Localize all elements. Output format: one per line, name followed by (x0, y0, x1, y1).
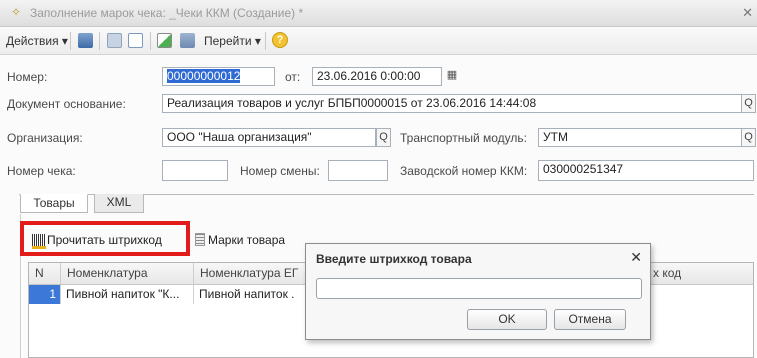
kkm-serial-label: Заводской номер ККМ: (400, 164, 528, 178)
help-icon[interactable]: ? (272, 32, 288, 48)
dialog-title: Введите штрихкод товара (316, 252, 472, 266)
date-field[interactable]: 23.06.2016 0:00:00 (312, 67, 442, 86)
column-header-n[interactable]: N (29, 263, 61, 284)
organization-field[interactable]: ООО "Наша организация" (162, 128, 376, 147)
receipt-number-label: Номер чека: (7, 164, 76, 178)
toolbar-divider (150, 32, 151, 50)
window-title: Заполнение марок чека: _Чеки ККМ (Создан… (30, 6, 304, 20)
toolbar-divider (70, 32, 71, 50)
ok-button[interactable]: OK (467, 309, 547, 330)
receipt-number-field[interactable] (162, 160, 228, 181)
fill-document-icon[interactable] (157, 33, 172, 48)
number-value: 00000000012 (167, 69, 241, 83)
post-document-icon[interactable] (107, 33, 122, 48)
app-logo-icon: ✧ (11, 5, 22, 19)
structure-icon[interactable] (180, 33, 195, 48)
chevron-down-icon: ▾ (254, 34, 261, 48)
search-icon[interactable]: Q (742, 128, 756, 147)
main-window: ✧ Заполнение марок чека: _Чеки ККМ (Созд… (0, 0, 757, 358)
search-icon[interactable]: Q (742, 94, 756, 113)
cancel-button[interactable]: Отмена (554, 309, 626, 330)
date-from-label: от: (285, 70, 301, 84)
actions-menu-label: Действия (6, 34, 59, 48)
shift-number-field[interactable] (328, 160, 388, 181)
close-icon[interactable]: ✕ (630, 249, 642, 266)
number-field[interactable]: 00000000012 (162, 67, 275, 86)
save-icon[interactable] (78, 33, 93, 48)
title-bar: ✧ Заполнение марок чека: _Чеки ККМ (Созд… (0, 0, 757, 27)
actions-menu[interactable]: Действия ▾ (6, 33, 68, 49)
barcode-dialog: Введите штрихкод товара ✕ OK Отмена (305, 243, 651, 340)
goto-menu[interactable]: Перейти ▾ (204, 33, 261, 49)
search-icon[interactable]: Q (376, 128, 391, 147)
toolbar: Действия ▾ Перейти ▾ ? (0, 27, 757, 55)
row-item[interactable]: Пивной напиток "К... (61, 285, 194, 304)
calendar-icon[interactable]: ▦ (444, 67, 460, 84)
organization-label: Организация: (7, 131, 83, 145)
barcode-input[interactable] (316, 278, 642, 299)
number-label: Номер: (7, 70, 48, 84)
transport-module-label: Транспортный модуль: (400, 131, 527, 145)
copy-document-icon[interactable] (128, 33, 143, 48)
close-window-icon[interactable]: ✕ (742, 5, 753, 21)
toolbar-divider (99, 32, 100, 50)
highlight-frame (20, 221, 190, 256)
shift-number-label: Номер смены: (240, 164, 320, 178)
base-document-field[interactable]: Реализация товаров и услуг БПБП0000015 о… (162, 94, 742, 113)
row-number: 1 (29, 285, 61, 304)
kkm-serial-field[interactable]: 030000251347 (538, 160, 754, 181)
tab-goods[interactable]: Товары (20, 194, 88, 213)
goto-menu-label: Перейти (204, 34, 252, 48)
product-marks-button[interactable]: Марки товара (208, 233, 285, 247)
transport-module-field[interactable]: УТМ (538, 128, 742, 147)
tab-xml[interactable]: XML (94, 194, 144, 213)
chevron-down-icon: ▾ (61, 34, 68, 48)
base-document-label: Документ основание: (7, 97, 126, 111)
column-header-item[interactable]: Номенклатура (61, 263, 194, 284)
column-header-code[interactable]: х код (647, 263, 755, 284)
toolbar-divider (265, 32, 266, 50)
marks-list-icon (195, 233, 205, 246)
